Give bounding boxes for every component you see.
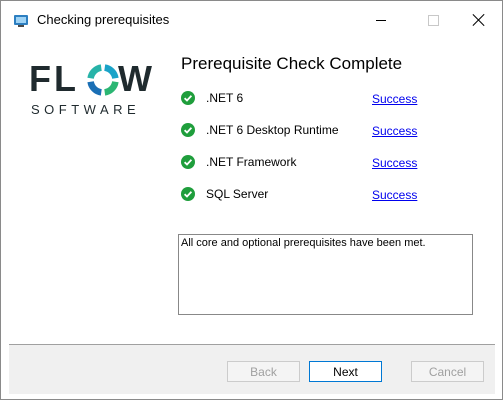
logo-word-pre: FL (29, 58, 79, 99)
logo-ring-segment (103, 64, 119, 80)
prerequisite-status-link[interactable]: Success (372, 156, 417, 170)
window-title: Checking prerequisites (37, 12, 170, 27)
prerequisite-status-link[interactable]: Success (372, 188, 417, 202)
back-button[interactable]: Back (227, 361, 300, 382)
minimize-icon (376, 19, 386, 21)
prerequisite-name: .NET Framework (206, 155, 297, 169)
next-button[interactable]: Next (309, 361, 382, 382)
prerequisite-row: .NET 6 Desktop Runtime Success (181, 122, 431, 142)
check-circle-icon (181, 155, 195, 169)
logo-ring-icon (87, 64, 119, 96)
prerequisite-row: .NET Framework Success (181, 154, 431, 174)
prerequisite-row: SQL Server Success (181, 186, 431, 206)
prerequisite-name: .NET 6 (206, 91, 244, 105)
maximize-button[interactable] (410, 1, 456, 39)
prerequisite-name: SQL Server (206, 187, 269, 201)
minimize-button[interactable] (358, 1, 404, 39)
logo-ring-segment (87, 64, 103, 80)
check-circle-icon (181, 91, 195, 105)
button-bar: Back Next Cancel (9, 344, 495, 394)
check-circle-icon (181, 187, 195, 201)
check-circle-icon (181, 123, 195, 137)
prerequisite-name: .NET 6 Desktop Runtime (206, 123, 339, 137)
prerequisite-status-link[interactable]: Success (372, 124, 417, 138)
logo-subtitle: SOFTWARE (31, 102, 141, 117)
prerequisite-row: .NET 6 Success (181, 90, 431, 110)
close-button[interactable] (456, 1, 502, 39)
installer-icon (13, 12, 29, 28)
cancel-button[interactable]: Cancel (411, 361, 484, 382)
logo-ring-segment (87, 80, 103, 96)
maximize-icon (427, 14, 439, 26)
logo-word-post: W (117, 58, 155, 99)
status-message-box[interactable]: All core and optional prerequisites have… (178, 234, 473, 315)
page-title: Prerequisite Check Complete (181, 54, 403, 73)
installer-window: Checking prerequisites FL W SOFTWARE Prer… (0, 0, 503, 400)
close-icon (473, 14, 485, 26)
title-bar: Checking prerequisites (1, 1, 502, 39)
logo-ring-segment (103, 80, 119, 96)
prerequisite-status-link[interactable]: Success (372, 92, 417, 106)
